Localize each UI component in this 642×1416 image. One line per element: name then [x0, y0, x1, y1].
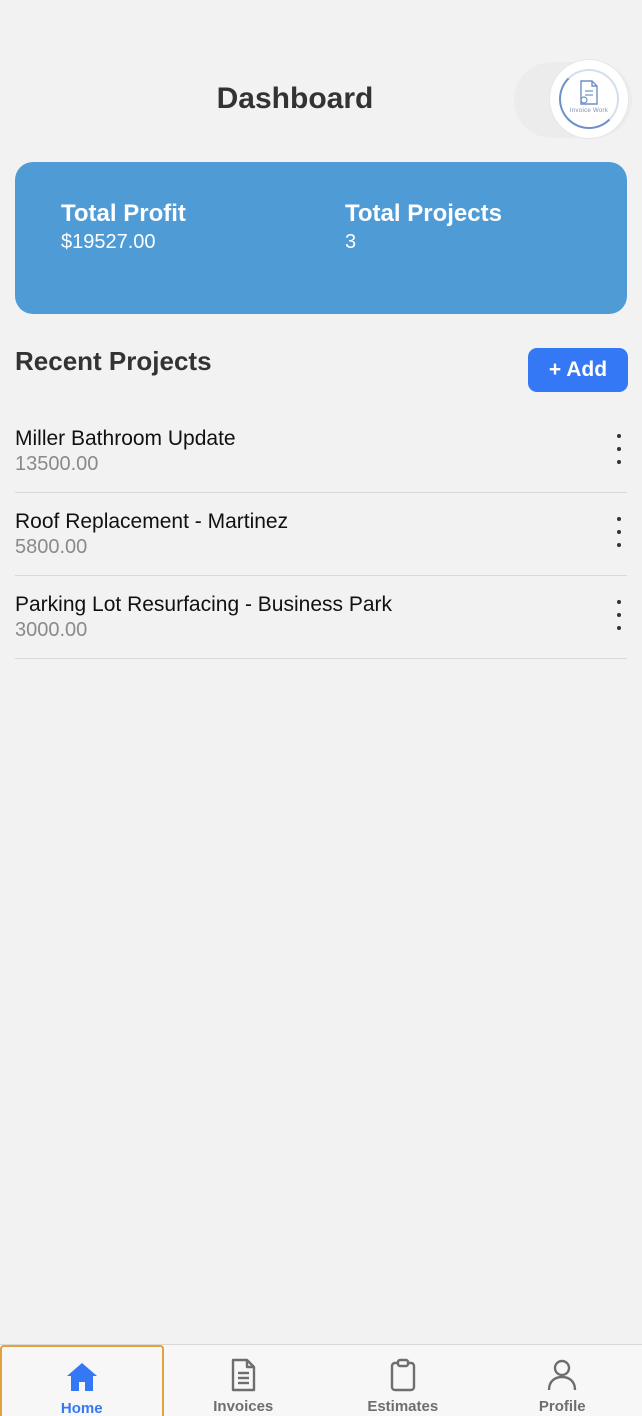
tab-invoices-label: Invoices: [213, 1398, 274, 1415]
project-row[interactable]: Parking Lot Resurfacing - Business Park …: [15, 576, 627, 659]
total-projects-stat: Total Projects 3: [345, 200, 502, 256]
total-profit-value: $19527.00: [61, 231, 156, 253]
tab-profile-label: Profile: [538, 1398, 586, 1415]
summary-card: Total Profit $19527.00 Total Projects 3: [15, 162, 627, 314]
project-name: Parking Lot Resurfacing - Business Park: [15, 593, 393, 616]
project-row[interactable]: Roof Replacement - Martinez 5800.00: [15, 493, 627, 576]
project-amount: 13500.00: [15, 453, 99, 475]
tab-invoices[interactable]: Invoices: [164, 1345, 324, 1416]
more-options-icon[interactable]: [611, 434, 627, 464]
tab-estimates-label: Estimates: [367, 1398, 439, 1415]
tab-profile[interactable]: Profile: [483, 1345, 642, 1416]
total-projects-value: 3: [345, 231, 357, 253]
total-projects-label: Total Projects: [345, 200, 502, 227]
document-icon: [232, 1358, 256, 1392]
more-options-icon[interactable]: [611, 600, 627, 630]
project-list: Miller Bathroom Update 13500.00 Roof Rep…: [15, 410, 627, 659]
tab-home-label: Home: [60, 1400, 103, 1416]
project-name: Miller Bathroom Update: [15, 427, 236, 450]
home-icon: [66, 1363, 97, 1391]
dashboard-screen: Dashboard Invoice Work Total Profit $195…: [0, 0, 642, 1416]
project-row[interactable]: Miller Bathroom Update 13500.00: [15, 410, 627, 493]
tab-estimates[interactable]: Estimates: [323, 1345, 483, 1416]
more-options-icon[interactable]: [611, 517, 627, 547]
invoice-document-icon: [580, 80, 598, 105]
total-profit-stat: Total Profit $19527.00: [61, 200, 186, 256]
page-title: Dashboard: [216, 82, 374, 115]
add-project-button[interactable]: + Add: [528, 348, 628, 392]
person-icon: [548, 1359, 577, 1391]
recent-projects-title: Recent Projects: [15, 346, 212, 376]
logo-text: Invoice Work: [569, 108, 609, 114]
project-name: Roof Replacement - Martinez: [15, 510, 289, 533]
app-logo[interactable]: Invoice Work: [550, 60, 628, 138]
bottom-nav: Home Invoices Estimates Profile: [0, 1344, 642, 1416]
total-profit-label: Total Profit: [61, 200, 186, 227]
project-amount: 3000.00: [15, 619, 88, 641]
tab-home[interactable]: Home: [0, 1345, 164, 1416]
project-amount: 5800.00: [15, 536, 88, 558]
clipboard-icon: [390, 1358, 415, 1392]
header: Dashboard Invoice Work: [0, 60, 642, 140]
